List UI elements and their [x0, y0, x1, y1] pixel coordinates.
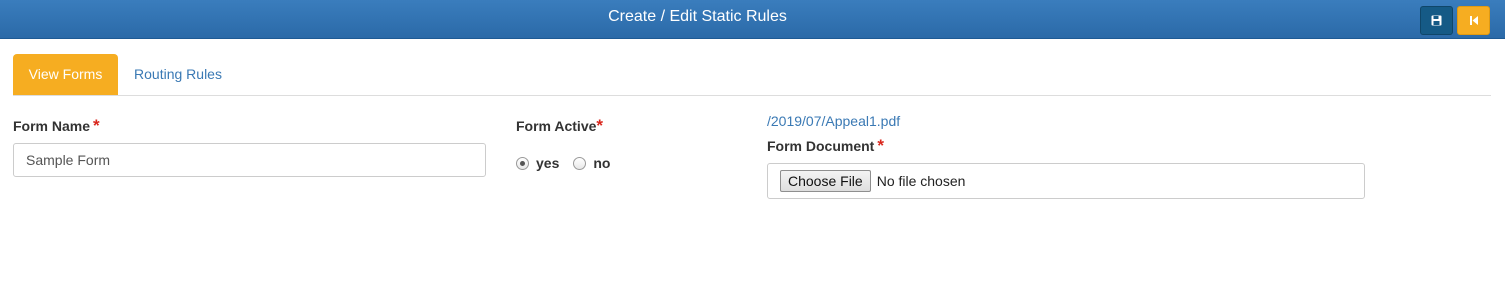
form-active-label-text: Form Active — [516, 118, 597, 134]
floppy-disk-icon — [1431, 15, 1442, 26]
required-marker: * — [596, 116, 604, 135]
form-active-label: Form Active* — [516, 116, 603, 136]
choose-file-button[interactable]: Choose File — [780, 170, 871, 192]
form-name-input[interactable] — [13, 143, 486, 177]
skip-back-icon — [1469, 16, 1478, 25]
save-button[interactable] — [1420, 6, 1453, 35]
header-bar: Create / Edit Static Rules — [0, 0, 1505, 39]
required-marker: * — [877, 136, 884, 155]
form-name-label-text: Form Name — [13, 118, 91, 134]
file-status-text: No file chosen — [876, 173, 966, 189]
radio-no[interactable] — [573, 156, 587, 170]
back-button[interactable] — [1457, 6, 1490, 35]
tab-bar: View Forms Routing Rules — [13, 54, 1491, 96]
form-document-label: Form Document * — [767, 136, 884, 156]
radio-yes-label[interactable]: yes — [536, 155, 559, 171]
required-marker: * — [93, 116, 100, 135]
current-file-link[interactable]: /2019/07/Appeal1.pdf — [767, 113, 900, 129]
form-name-label: Form Name * — [13, 116, 100, 136]
form-document-label-text: Form Document — [767, 138, 875, 154]
radio-no-label[interactable]: no — [593, 155, 610, 171]
tab-routing-rules[interactable]: Routing Rules — [118, 54, 238, 95]
file-input[interactable]: Choose File No file chosen — [767, 163, 1365, 199]
page-title: Create / Edit Static Rules — [608, 8, 787, 25]
radio-selected-dot — [520, 160, 525, 166]
form-active-radio-group: yes no — [516, 153, 624, 173]
radio-yes[interactable] — [516, 156, 529, 170]
tab-view-forms[interactable]: View Forms — [13, 54, 118, 95]
